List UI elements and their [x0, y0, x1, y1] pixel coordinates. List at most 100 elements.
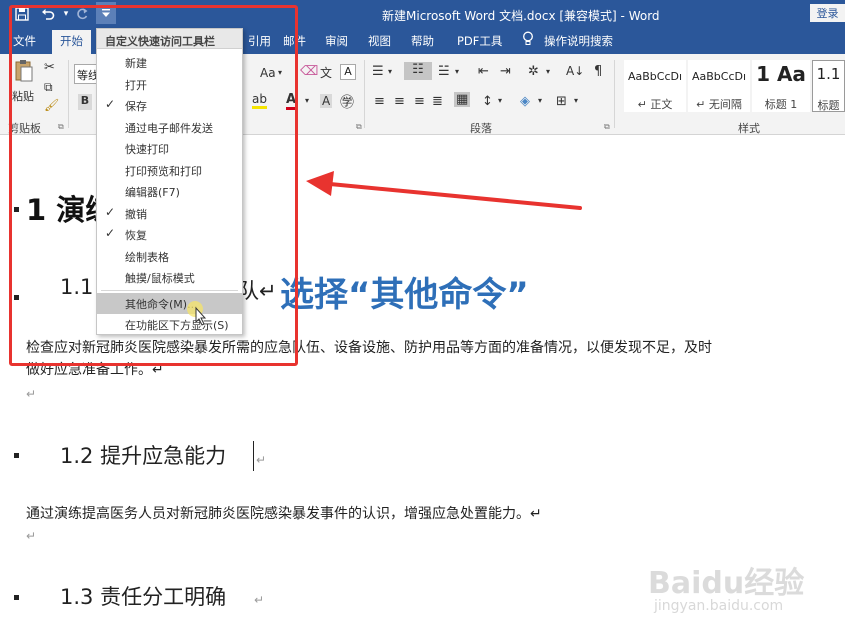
numbering-icon[interactable]: ☷ — [404, 62, 432, 80]
menu-item[interactable]: ✓ 撤销 — [97, 203, 242, 224]
highlight-icon[interactable]: ab — [252, 92, 267, 109]
change-case-button[interactable]: Aa — [260, 66, 276, 80]
paragraph-mark: ↵ — [254, 593, 265, 607]
tell-me-search[interactable]: 操作说明搜索 — [544, 33, 613, 49]
menu-item[interactable]: 通过电子邮件发送 — [97, 117, 242, 138]
paragraph-mark: ↵ — [26, 387, 37, 401]
multilevel-list-icon[interactable]: ☱ — [438, 64, 450, 79]
menu-item-label: 快速打印 — [125, 143, 169, 156]
tab-pdf-tools[interactable]: PDF工具 — [457, 33, 502, 49]
sort-icon[interactable]: A↓ — [566, 64, 584, 78]
increase-indent-icon[interactable]: ⇥ — [500, 64, 511, 79]
paragraph-mark: ↵ — [256, 453, 267, 467]
style-no-spacing[interactable]: AaBbCcDı ↵ 无间隔 — [688, 60, 750, 112]
chevron-down-icon[interactable]: ▾ — [455, 67, 459, 76]
style-normal[interactable]: AaBbCcDı ↵ 正文 — [624, 60, 686, 112]
tab-review[interactable]: 审阅 — [325, 33, 348, 49]
chevron-down-icon[interactable]: ▾ — [546, 67, 550, 76]
customize-qat-icon[interactable] — [96, 2, 116, 24]
heading-1-2[interactable]: 1.2 提升应急能力 — [60, 440, 226, 470]
clipboard-launcher-icon[interactable]: ⧉ — [58, 122, 64, 132]
check-icon: ✓ — [105, 97, 116, 111]
lightbulb-icon — [522, 31, 534, 50]
paste-icon[interactable] — [14, 58, 34, 87]
chevron-down-icon[interactable]: ▾ — [278, 68, 282, 77]
menu-item[interactable]: 新建 — [97, 52, 242, 73]
chevron-down-icon[interactable]: ▾ — [574, 96, 578, 105]
phonetic-guide-icon[interactable]: 文 — [320, 64, 332, 81]
borders-icon[interactable]: ⊞ — [556, 94, 567, 109]
paste-button[interactable]: 粘贴 — [12, 88, 34, 104]
chevron-down-icon[interactable]: ▾ — [538, 96, 542, 105]
undo-dropdown-icon[interactable]: ▾ — [58, 6, 74, 22]
char-border-icon[interactable]: A — [340, 64, 356, 80]
style-heading[interactable]: 1.1 标题 — [812, 60, 845, 112]
menu-separator — [101, 289, 238, 291]
enclose-char-icon[interactable]: ㊫ — [340, 92, 354, 112]
align-right-icon[interactable]: ≡ — [414, 94, 425, 109]
align-center-icon[interactable]: ≡ — [394, 94, 405, 109]
bullets-icon[interactable]: ☰ — [372, 64, 384, 79]
align-left-icon[interactable]: ≡ — [374, 94, 385, 109]
tab-file[interactable]: 文件 — [13, 33, 36, 49]
clipboard-group-label: 剪贴板 — [8, 122, 41, 135]
undo-icon[interactable] — [40, 6, 56, 22]
menu-item-label: 在功能区下方显示(S) — [125, 319, 229, 332]
style-heading-1[interactable]: 1 Aa 标题 1 — [752, 60, 810, 112]
document-title: 新建Microsoft Word 文档.docx [兼容模式] - Word — [382, 9, 660, 23]
tab-home[interactable]: 开始 — [52, 30, 91, 54]
paragraph-line[interactable]: 做好应急准备工作。↵ — [26, 359, 164, 379]
show-marks-icon[interactable]: ¶ — [594, 64, 602, 79]
menu-item[interactable]: 触摸/鼠标模式 — [97, 267, 242, 288]
justify-icon[interactable]: ≣ — [432, 94, 443, 109]
group-separator — [614, 60, 615, 128]
save-icon[interactable] — [14, 6, 30, 22]
paragraph-line[interactable]: 通过演练提高医务人员对新冠肺炎医院感染暴发事件的认识，增强应急处置能力。↵ — [26, 503, 542, 523]
format-painter-icon[interactable]: 🖌 — [44, 98, 59, 112]
tab-help[interactable]: 帮助 — [411, 33, 434, 49]
group-separator — [68, 60, 69, 128]
bold-button[interactable]: B — [78, 94, 92, 110]
menu-item[interactable]: ✓ 恢复 — [97, 224, 242, 245]
menu-item[interactable]: 快速打印 — [97, 138, 242, 159]
paragraph-line[interactable]: 检查应对新冠肺炎医院感染暴发所需的应急队伍、设备设施、防护用品等方面的准备情况，… — [26, 337, 712, 357]
menu-item-label: 新建 — [125, 57, 147, 70]
menu-header: 自定义快速访问工具栏 — [97, 29, 242, 49]
menu-item[interactable]: 打开 — [97, 74, 242, 95]
tab-view[interactable]: 视图 — [368, 33, 391, 49]
font-launcher-icon[interactable]: ⧉ — [356, 122, 362, 132]
list-bullet — [14, 595, 19, 600]
menu-item[interactable]: 打印预览和打印 — [97, 160, 242, 181]
shading-icon[interactable]: ◈ — [520, 94, 530, 109]
check-icon: ✓ — [105, 226, 116, 240]
heading-1-3[interactable]: 1.3 责任分工明确 — [60, 581, 226, 611]
tab-mailings[interactable]: 邮件 — [283, 33, 306, 49]
menu-item-label: 编辑器(F7) — [125, 186, 180, 199]
watermark-brand: Baidu经验 — [648, 566, 805, 601]
chevron-down-icon[interactable]: ▾ — [388, 67, 392, 76]
copy-icon[interactable]: ⧉ — [44, 80, 53, 95]
list-bullet — [14, 295, 19, 300]
menu-item[interactable]: 其他命令(M)... — [97, 292, 242, 314]
heading-1-1-tail[interactable]: 队↵ — [238, 275, 277, 305]
menu-item[interactable]: 在功能区下方显示(S) — [97, 314, 242, 335]
line-spacing-icon[interactable]: ↕ — [482, 94, 493, 109]
menu-item[interactable]: 绘制表格 — [97, 246, 242, 267]
redo-icon[interactable] — [74, 6, 90, 22]
login-button[interactable]: 登录 — [810, 4, 845, 22]
char-shading-icon[interactable]: A — [320, 94, 333, 108]
cut-icon[interactable]: ✂ — [44, 60, 55, 75]
tab-references[interactable]: 引用 — [248, 33, 271, 49]
distributed-icon[interactable]: ▦ — [454, 92, 471, 107]
clear-format-icon[interactable]: ⌫ — [300, 64, 318, 79]
check-icon: ✓ — [105, 204, 116, 219]
font-color-icon[interactable]: A — [286, 92, 297, 110]
paragraph-launcher-icon[interactable]: ⧉ — [604, 122, 610, 132]
chinese-layout-icon[interactable]: ✲ — [528, 64, 539, 79]
menu-item[interactable]: ✓ 保存 — [97, 95, 242, 116]
decrease-indent-icon[interactable]: ⇤ — [478, 64, 489, 79]
heading-1-1[interactable]: 1.1 — [60, 275, 93, 299]
menu-item[interactable]: 编辑器(F7) — [97, 181, 242, 202]
chevron-down-icon[interactable]: ▾ — [305, 96, 309, 105]
chevron-down-icon[interactable]: ▾ — [498, 96, 502, 105]
